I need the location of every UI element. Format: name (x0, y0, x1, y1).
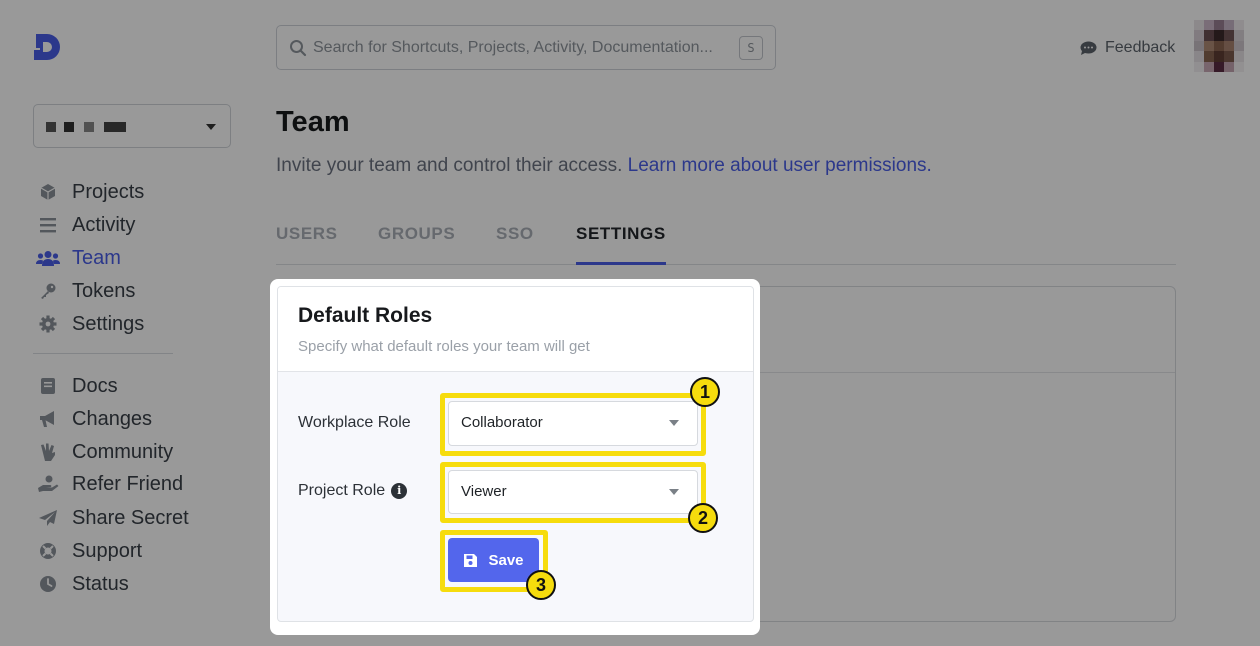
workplace-role-label-text: Workplace Role (298, 414, 411, 431)
step-badge-2: 2 (688, 503, 718, 533)
project-role-label-text: Project Role (298, 482, 386, 499)
chevron-down-icon (669, 420, 679, 426)
save-label: Save (488, 551, 524, 569)
save-button[interactable]: Save (448, 538, 539, 582)
panel-subtitle: Specify what default roles your team wil… (298, 338, 590, 355)
default-roles-panel: Default Roles Specify what default roles… (277, 286, 754, 622)
workplace-role-label: Workplace Role (298, 414, 411, 432)
floppy-disk-icon (464, 553, 478, 567)
project-role-value: Viewer (461, 483, 507, 500)
panel-header: Default Roles Specify what default roles… (278, 287, 753, 372)
step-badge-3: 3 (526, 570, 556, 600)
project-role-select[interactable]: Viewer (448, 470, 698, 514)
project-role-label: Project Role i (298, 482, 408, 500)
workplace-role-value: Collaborator (461, 414, 543, 431)
workplace-role-select[interactable]: Collaborator (448, 401, 698, 446)
info-icon[interactable]: i (391, 483, 408, 499)
panel-title: Default Roles (298, 304, 433, 327)
step-badge-1: 1 (690, 377, 720, 407)
chevron-down-icon (669, 489, 679, 495)
